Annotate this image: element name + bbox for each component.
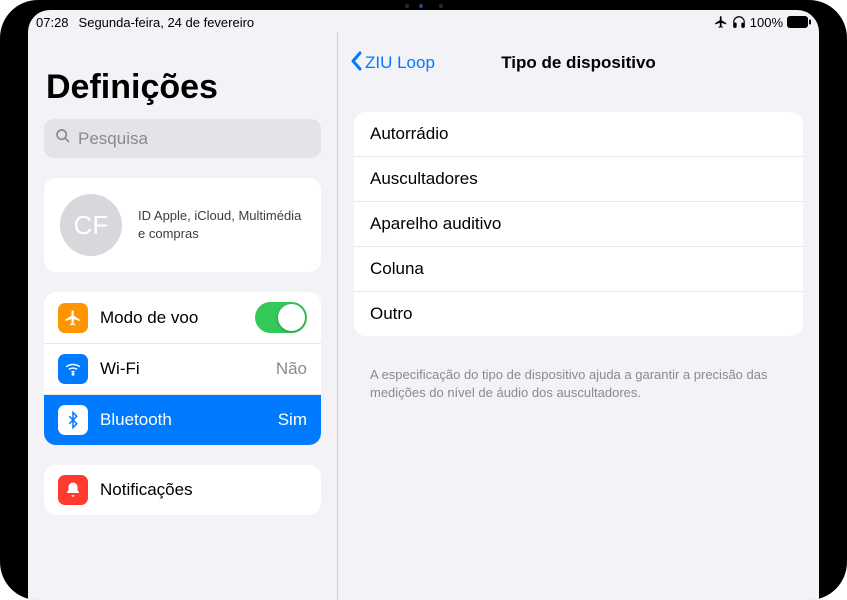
battery-pct: 100% bbox=[750, 15, 783, 30]
row-airplane-mode[interactable]: Modo de voo bbox=[44, 292, 321, 344]
row-bluetooth[interactable]: Bluetooth Sim bbox=[44, 395, 321, 445]
footer-text: A especificação do tipo de dispositivo a… bbox=[354, 356, 803, 402]
settings-group-1: Modo de voo Wi-Fi Não Blu bbox=[44, 292, 321, 445]
search-icon bbox=[55, 128, 71, 149]
headphones-icon bbox=[732, 15, 746, 29]
settings-sidebar: Definições Pesquisa CF ID Apple, iCloud,… bbox=[28, 32, 338, 600]
avatar-initials: CF bbox=[74, 210, 109, 241]
row-notifications[interactable]: Notificações bbox=[44, 465, 321, 515]
airplane-icon bbox=[58, 303, 88, 333]
row-label: Wi-Fi bbox=[100, 359, 264, 379]
settings-group-2: Notificações bbox=[44, 465, 321, 515]
wifi-icon bbox=[58, 354, 88, 384]
detail-panel: ZIU Loop Tipo de dispositivo Autorrádio … bbox=[338, 32, 819, 600]
bluetooth-icon bbox=[58, 405, 88, 435]
status-time: 07:28 bbox=[36, 15, 69, 30]
bell-icon bbox=[58, 475, 88, 505]
avatar: CF bbox=[60, 194, 122, 256]
option-headphones[interactable]: Auscultadores bbox=[354, 157, 803, 202]
device-type-list: Autorrádio Auscultadores Aparelho auditi… bbox=[354, 112, 803, 336]
back-label: ZIU Loop bbox=[365, 53, 435, 73]
page-title: Definições bbox=[46, 68, 321, 107]
search-placeholder: Pesquisa bbox=[78, 129, 148, 149]
airplane-icon bbox=[714, 15, 728, 29]
nav-bar: ZIU Loop Tipo de dispositivo bbox=[338, 32, 819, 90]
option-car-stereo[interactable]: Autorrádio bbox=[354, 112, 803, 157]
battery-icon bbox=[787, 16, 811, 28]
profile-card[interactable]: CF ID Apple, iCloud, Multimédia e compra… bbox=[44, 178, 321, 272]
option-speaker[interactable]: Coluna bbox=[354, 247, 803, 292]
profile-subtitle: ID Apple, iCloud, Multimédia e compras bbox=[138, 207, 305, 242]
row-value: Sim bbox=[278, 410, 307, 430]
status-bar: 07:28 Segunda-feira, 24 de fevereiro 100… bbox=[28, 10, 819, 32]
nav-title: Tipo de dispositivo bbox=[501, 53, 656, 73]
search-input[interactable]: Pesquisa bbox=[44, 119, 321, 158]
airplane-toggle[interactable] bbox=[255, 302, 307, 333]
row-label: Modo de voo bbox=[100, 308, 243, 328]
option-hearing-aid[interactable]: Aparelho auditivo bbox=[354, 202, 803, 247]
row-label: Bluetooth bbox=[100, 410, 266, 430]
chevron-left-icon bbox=[350, 51, 362, 76]
row-wifi[interactable]: Wi-Fi Não bbox=[44, 344, 321, 395]
option-other[interactable]: Outro bbox=[354, 292, 803, 336]
status-date: Segunda-feira, 24 de fevereiro bbox=[79, 15, 255, 30]
back-button[interactable]: ZIU Loop bbox=[350, 51, 435, 76]
row-value: Não bbox=[276, 359, 307, 379]
row-label: Notificações bbox=[100, 480, 307, 500]
